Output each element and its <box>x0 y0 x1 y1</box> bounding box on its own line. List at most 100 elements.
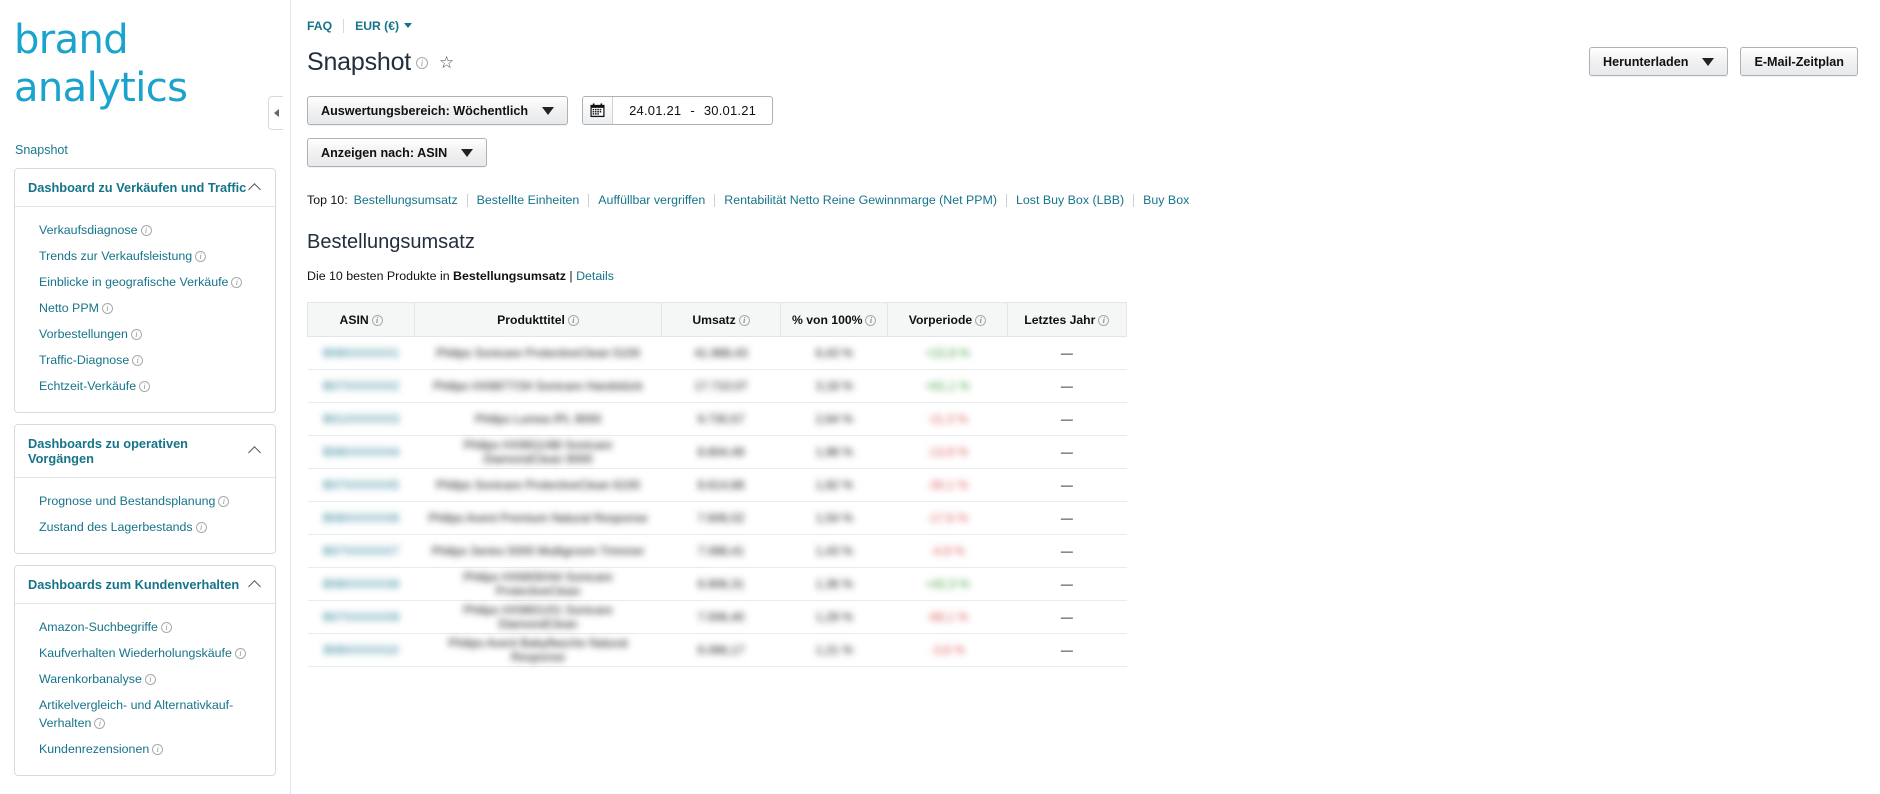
date-range-picker[interactable]: 24.01.21 - 30.01.21 <box>582 96 774 125</box>
group-by-dropdown[interactable]: Anzeigen nach: ASIN <box>307 138 488 167</box>
subtitle-metric: Bestellungsumsatz <box>453 269 566 283</box>
top10-link-auffuellbar-vergriffen[interactable]: Auffüllbar vergriffen <box>598 193 705 207</box>
cell-asin[interactable]: B07XXXXXX2 <box>307 369 415 403</box>
sidebar-item-amazon-suchbegriffe[interactable]: Amazon-Suchbegriffe i <box>15 615 275 641</box>
column-header-letztes-jahr[interactable]: Letztes Jahr i <box>1006 302 1128 337</box>
accordion-header-operations[interactable]: Dashboards zu operativen Vorgängen <box>15 424 275 477</box>
top10-link-buy-box[interactable]: Buy Box <box>1143 193 1189 207</box>
accordion-body-customer-behavior: Amazon-Suchbegriffe i Kaufverhalten Wiede… <box>15 602 275 775</box>
info-icon[interactable]: i <box>567 314 579 326</box>
details-link[interactable]: Details <box>576 269 614 283</box>
table-row: B08XXXXXX6 Philips Avent Premium Natural … <box>307 501 1127 535</box>
info-icon[interactable]: i <box>160 621 172 633</box>
sidebar-item-verkaufsdiagnose[interactable]: Verkaufsdiagnose i <box>15 218 275 244</box>
currency-selector[interactable]: EUR (€) <box>355 19 413 33</box>
table-row: B08XXXXX10 Philips Avent Babyflasche Natu… <box>307 633 1127 667</box>
info-icon[interactable]: i <box>132 354 144 366</box>
cell-asin[interactable]: B08XXXXXX8 <box>307 567 415 601</box>
info-icon[interactable]: i <box>371 314 383 326</box>
sidebar-item-netto-ppm[interactable]: Netto PPM i <box>15 296 275 322</box>
cell-asin[interactable]: B08XXXXXX1 <box>307 336 415 370</box>
top10-link-rentabilitaet-net-ppm[interactable]: Rentabilität Netto Reine Gewinnmarge (Ne… <box>724 193 997 207</box>
sidebar-item-produktkatalog[interactable]: Produktkatalogi <box>15 790 290 794</box>
page-title-row: Snapshot i ☆ <box>307 48 1880 77</box>
top10-link-bestellte-einheiten[interactable]: Bestellte Einheiten <box>477 193 580 207</box>
cell-asin[interactable]: B08XXXXX10 <box>307 633 415 667</box>
chevron-down-icon <box>404 23 413 28</box>
nav-label: Kaufverhalten Wiederholungskäufe <box>39 645 232 660</box>
column-header-umsatz[interactable]: Umsatz i <box>660 302 782 337</box>
info-icon[interactable]: i <box>195 521 207 533</box>
info-icon[interactable]: i <box>195 250 207 262</box>
sidebar-item-warenkorbanalyse[interactable]: Warenkorbanalyse i <box>15 667 275 693</box>
nav-label: Prognose und Bestandsplanung <box>39 493 216 508</box>
info-icon[interactable]: i <box>140 225 152 236</box>
sidebar-item-echtzeit-verkaeufe[interactable]: Echtzeit-Verkäufe i <box>15 374 275 400</box>
sidebar-item-zustand-lagerbestands[interactable]: Zustand des Lagerbestands i <box>15 515 275 541</box>
info-icon[interactable]: i <box>152 743 164 755</box>
product-title-value: Philips Avent Premium Natural Response <box>428 511 648 525</box>
sidebar-item-kundenrezensionen[interactable]: Kundenrezensionen i <box>15 737 275 763</box>
column-header-vorperiode[interactable]: Vorperiode i <box>887 302 1008 337</box>
table-header: ASIN i Produkttitel i Umsatz i % von 100% i … <box>306 302 1128 337</box>
cell-asin[interactable]: B07XXXXXX5 <box>307 468 415 502</box>
info-icon[interactable]: i <box>738 314 750 326</box>
info-icon[interactable]: i <box>1098 314 1110 326</box>
accordion-body-operations: Prognose und Bestandsplanung i Zustand de… <box>15 476 275 553</box>
chevron-down-icon <box>542 106 555 115</box>
prozent-value: 1,54 % <box>815 511 853 525</box>
sidebar-accordion-operations: Dashboards zu operativen Vorgängen Progn… <box>14 423 276 554</box>
page-title: Snapshot <box>307 48 412 76</box>
accordion-header-sales-traffic[interactable]: Dashboard zu Verkäufen und Traffic <box>15 169 275 206</box>
sidebar-item-artikelvergleich[interactable]: Artikelvergleich- und Alternativkauf-Ver… <box>15 693 275 737</box>
column-header-prozent[interactable]: % von 100% i <box>780 302 889 337</box>
vorperiode-value: -3,6 % <box>930 643 965 657</box>
evaluation-range-dropdown[interactable]: Auswertungsbereich: Wöchentlich <box>307 96 569 125</box>
sidebar-item-geografische-verkaeufe[interactable]: Einblicke in geografische Verkäufe i <box>15 270 275 296</box>
cell-letztes-jahr: — <box>1007 369 1127 403</box>
info-icon[interactable]: i <box>144 673 156 685</box>
cell-asin[interactable]: B01XXXXXX3 <box>307 402 415 436</box>
sidebar-item-prognose-bestandsplanung[interactable]: Prognose und Bestandsplanung i <box>15 489 275 515</box>
calendar-icon[interactable] <box>583 97 614 124</box>
sidebar-item-vorbestellungen[interactable]: Vorbestellungen i <box>15 322 275 348</box>
sidebar-item-kaufverhalten-wiederholungskaeufe[interactable]: Kaufverhalten Wiederholungskäufe i <box>15 641 275 667</box>
cell-umsatz: 8.804,49 <box>661 435 781 469</box>
top10-link-bestellungsumsatz[interactable]: Bestellungsumsatz <box>354 193 458 207</box>
info-icon[interactable]: i <box>218 495 230 507</box>
prozent-value: 6,43 % <box>815 346 853 360</box>
info-icon[interactable]: i <box>94 717 106 729</box>
date-range-value[interactable]: 24.01.21 - 30.01.21 <box>613 97 772 124</box>
sidebar-item-snapshot[interactable]: Snapshot <box>0 143 290 157</box>
cell-asin[interactable]: B08XXXXXX6 <box>307 501 415 535</box>
info-icon[interactable]: i <box>101 302 113 314</box>
sidebar-collapse-handle[interactable] <box>268 96 283 130</box>
nav-label: Zustand des Lagerbestands <box>39 519 193 534</box>
top10-link-lost-buy-box[interactable]: Lost Buy Box (LBB) <box>1016 193 1124 207</box>
column-header-asin[interactable]: ASIN i <box>306 302 416 337</box>
info-icon[interactable]: i <box>234 647 246 659</box>
column-header-produkttitel[interactable]: Produkttitel i <box>414 302 662 337</box>
info-icon[interactable]: i <box>975 314 987 326</box>
umsatz-value: 8.614,88 <box>697 478 745 492</box>
faq-link[interactable]: FAQ <box>307 19 332 33</box>
cell-letztes-jahr: — <box>1007 501 1127 535</box>
info-icon[interactable]: i <box>865 314 877 326</box>
info-icon[interactable]: i <box>139 380 151 392</box>
cell-asin[interactable]: B07XXXXXX7 <box>307 534 415 568</box>
cell-asin[interactable]: B07XXXXXX9 <box>307 600 415 634</box>
cell-vorperiode: +61,1 % <box>887 369 1008 403</box>
favorite-star-icon[interactable]: ☆ <box>439 54 454 71</box>
sidebar-item-traffic-diagnose[interactable]: Traffic-Diagnose i <box>15 348 275 374</box>
info-icon[interactable]: i <box>416 56 429 69</box>
accordion-header-customer-behavior[interactable]: Dashboards zum Kundenverhalten <box>15 565 275 603</box>
umsatz-value: 6.906,31 <box>697 577 745 591</box>
subtitle-pipe: | <box>565 269 577 283</box>
currency-label: EUR (€) <box>355 19 400 33</box>
product-title-value: Philips HX6830/44 Sonicare ProtectiveCle… <box>463 570 613 598</box>
cell-asin[interactable]: B08XXXXXX4 <box>307 435 415 469</box>
info-icon[interactable]: i <box>130 328 142 340</box>
sidebar-item-trends-verkaufsleistung[interactable]: Trends zur Verkaufsleistung i <box>15 244 275 270</box>
cell-prozent: 1,21 % <box>780 633 888 667</box>
info-icon[interactable]: i <box>231 276 243 288</box>
